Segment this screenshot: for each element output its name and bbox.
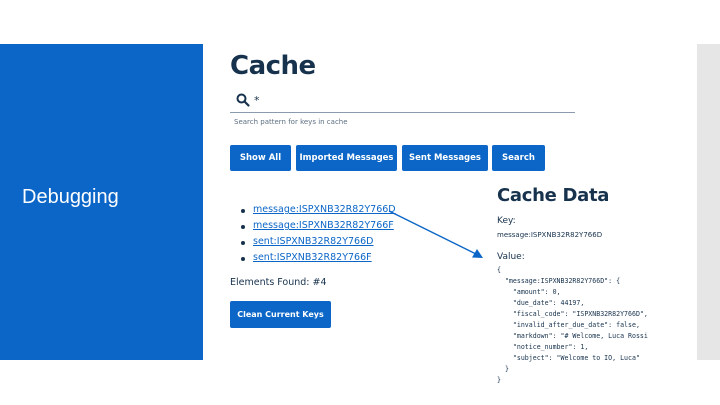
- cache-key-link[interactable]: message:ISPXNB32R82Y766F: [253, 220, 394, 231]
- clean-current-keys-button[interactable]: Clean Current Keys: [230, 301, 331, 328]
- key-label: Key:: [497, 216, 516, 226]
- cache-key-link[interactable]: sent:ISPXNB32R82Y766D: [253, 236, 373, 247]
- show-all-button[interactable]: Show All: [230, 145, 291, 171]
- cache-data-title: Cache Data: [497, 185, 610, 206]
- cache-key-link[interactable]: message:ISPXNB32R82Y766D: [253, 204, 396, 215]
- search-help-text: Search pattern for keys in cache: [234, 118, 348, 126]
- value-label: Value:: [497, 252, 525, 262]
- sidebar-title: Debugging: [22, 186, 119, 208]
- imported-messages-button[interactable]: Imported Messages: [296, 145, 397, 171]
- search-icon[interactable]: [235, 92, 251, 108]
- search-input[interactable]: [254, 90, 564, 110]
- cache-value-json: { "message:ISPXNB32R82Y766D": { "amount"…: [497, 266, 648, 384]
- right-gray-panel: [697, 44, 720, 360]
- search-field: [230, 90, 575, 113]
- key-value: message:ISPXNB32R82Y766D: [497, 231, 603, 239]
- search-button[interactable]: Search: [492, 145, 545, 171]
- elements-found-count: Elements Found: #4: [230, 277, 327, 288]
- page-title: Cache: [230, 51, 316, 81]
- sent-messages-button[interactable]: Sent Messages: [402, 145, 488, 171]
- cache-key-link[interactable]: sent:ISPXNB32R82Y766F: [253, 252, 372, 263]
